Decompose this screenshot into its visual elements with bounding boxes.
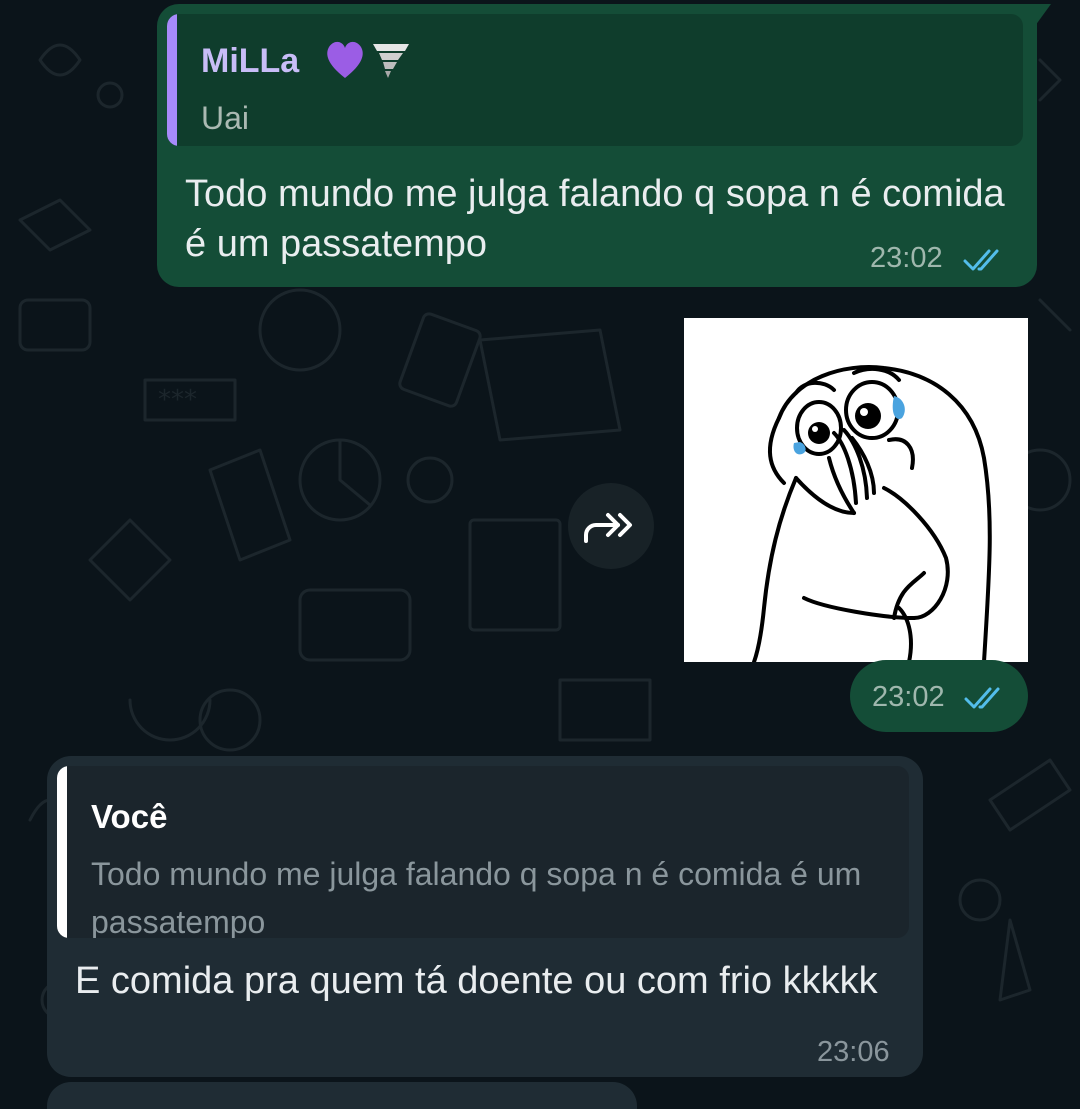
sticker-time-badge: 23:02 xyxy=(850,660,1028,732)
double-check-read-icon xyxy=(963,249,999,271)
message-time: 23:06 xyxy=(817,1036,890,1068)
tornado-icon xyxy=(373,44,409,78)
quote-author: Você xyxy=(91,798,168,835)
author-emoji xyxy=(327,41,409,78)
purple-heart-icon xyxy=(327,41,363,78)
quote-text: Uai xyxy=(201,100,250,136)
crying-meme-face-sticker[interactable] xyxy=(684,318,1028,664)
svg-text:***: *** xyxy=(158,385,197,415)
incoming-message-bubble[interactable]: Você Todo mundo me julga falando q sopa … xyxy=(47,756,923,1077)
reply-quote[interactable]: Você Todo mundo me julga falando q sopa … xyxy=(57,766,909,938)
forward-icon xyxy=(584,513,632,543)
quote-accent-bar xyxy=(167,14,177,146)
incoming-message-bubble-partial[interactable] xyxy=(47,1082,637,1109)
quote-accent-bar xyxy=(57,766,67,938)
message-time: 23:02 xyxy=(872,681,945,713)
message-text: E comida pra quem tá doente ou com frio … xyxy=(75,960,878,1002)
reply-quote[interactable]: MiLLa Uai xyxy=(167,14,1023,146)
bubble-tail xyxy=(1035,4,1051,26)
double-check-read-icon xyxy=(964,687,1000,709)
chat-area: *** MiLLa Uai Todo mundo me julga faland… xyxy=(0,0,1080,1109)
forward-button[interactable] xyxy=(568,483,654,569)
quote-author: MiLLa xyxy=(201,42,300,80)
outgoing-message-bubble[interactable]: MiLLa Uai Todo mundo me julga falando q … xyxy=(157,4,1051,287)
message-time: 23:02 xyxy=(870,242,943,274)
sticker-image xyxy=(752,365,992,664)
quote-text: Todo mundo me julga falando q sopa n é c… xyxy=(91,856,862,938)
